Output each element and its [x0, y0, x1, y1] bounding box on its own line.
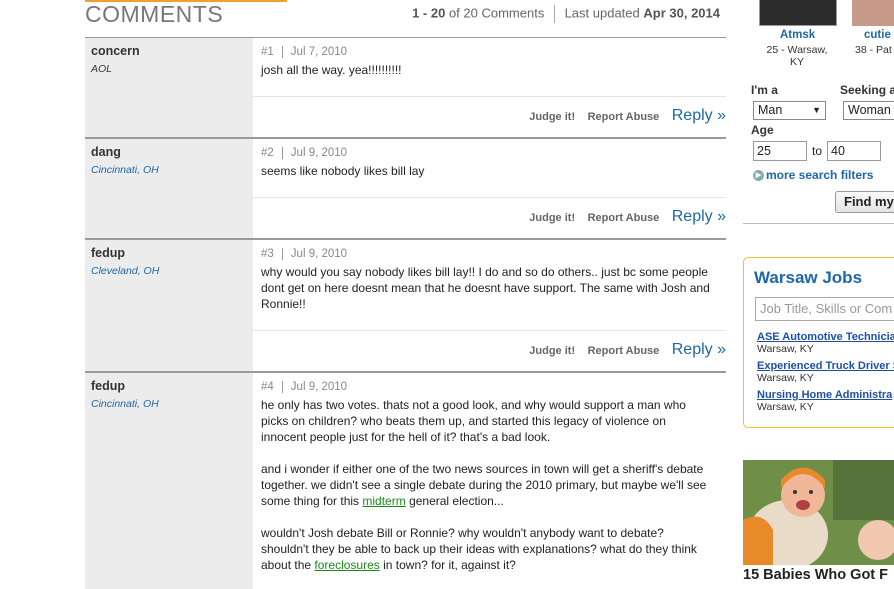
age-label: Age	[751, 123, 774, 137]
find-button[interactable]: Find my	[835, 191, 894, 213]
comment-text: wouldn't Josh debate Bill or Ronnie? why…	[261, 526, 697, 572]
comment-number[interactable]: #4	[261, 381, 274, 393]
more-search-filters-link[interactable]: ▶ more search filters	[753, 168, 873, 182]
comment-body: josh all the way. yea!!!!!!!!!!	[261, 62, 726, 96]
comment-text: seems like nobody likes bill lay	[261, 164, 425, 178]
divider	[743, 223, 894, 224]
comment-content: #4 Jul 9, 2010 he only has two votes. tha…	[253, 373, 726, 589]
report-abuse-link[interactable]: Report Abuse	[588, 212, 660, 224]
comment-number[interactable]: #2	[261, 147, 274, 159]
comment-content: #1 Jul 7, 2010 josh all the way. yea!!!!!…	[253, 38, 726, 137]
job-listing[interactable]: ASE Automotive Technicia Warsaw, KY	[757, 331, 894, 355]
comment-item: fedup Cincinnati, OH #4 Jul 9, 2010 he on…	[85, 373, 726, 589]
promo-caption[interactable]: 15 Babies Who Got F	[743, 567, 888, 583]
job-title[interactable]: ASE Automotive Technicia	[757, 331, 894, 343]
seeking-select[interactable]: Woman	[843, 101, 894, 120]
comment-item: concern AOL #1 Jul 7, 2010 josh all the w…	[85, 38, 726, 139]
age-to-input[interactable]: 40	[827, 141, 881, 161]
judge-it-link[interactable]: Judge it!	[529, 111, 575, 123]
job-listing[interactable]: Nursing Home Administra Warsaw, KY	[757, 389, 892, 413]
job-location: Warsaw, KY	[757, 401, 814, 413]
comment-author-panel: fedup Cleveland, OH	[85, 240, 253, 371]
reply-link[interactable]: Reply »	[672, 208, 726, 225]
comment-text: josh all the way. yea!!!!!!!!!!	[261, 63, 402, 77]
jobs-search-input[interactable]: Job Title, Skills or Com	[755, 297, 894, 321]
comments-list: concern AOL #1 Jul 7, 2010 josh all the w…	[85, 38, 726, 589]
profile-photo[interactable]	[852, 0, 894, 26]
comment-text: why would you say nobody likes bill lay!…	[261, 265, 710, 311]
comment-location[interactable]: Cleveland, OH	[91, 265, 247, 277]
profile-name[interactable]: Atmsk	[780, 29, 815, 41]
comments-range: 1 - 20	[412, 5, 446, 21]
comment-meta: #1 Jul 7, 2010	[261, 38, 726, 62]
comment-meta: #4 Jul 9, 2010	[261, 373, 726, 397]
play-arrow-icon: ▶	[753, 170, 764, 182]
comment-item: fedup Cleveland, OH #3 Jul 9, 2010 why wo…	[85, 240, 726, 373]
comment-item: dang Cincinnati, OH #2 Jul 9, 2010 seems …	[85, 139, 726, 240]
profile-name[interactable]: cutie	[864, 29, 891, 41]
reply-link[interactable]: Reply »	[672, 341, 726, 358]
seeking-label: Seeking a	[840, 83, 894, 97]
comment-text: and i wonder if either one of the two ne…	[261, 462, 707, 508]
comments-summary: 1 - 20 of 20 Comments Last updated Apr 3…	[412, 5, 720, 23]
profile-info: 25 - Warsaw, KY	[766, 44, 828, 68]
babies-photo-icon	[743, 460, 894, 565]
report-abuse-link[interactable]: Report Abuse	[588, 345, 660, 357]
comment-body: seems like nobody likes bill lay	[261, 163, 726, 197]
last-updated-label: Last updated	[564, 5, 640, 21]
job-title[interactable]: Experienced Truck Driver S	[757, 360, 894, 372]
comment-meta: #2 Jul 9, 2010	[261, 139, 726, 163]
comment-body: why would you say nobody likes bill lay!…	[261, 264, 726, 330]
comment-location: AOL	[91, 63, 113, 75]
comment-author-panel: dang Cincinnati, OH	[85, 139, 253, 238]
jobs-title[interactable]: Warsaw Jobs	[754, 268, 862, 288]
page-title: COMMENTS	[85, 1, 224, 27]
comment-content: #2 Jul 9, 2010 seems like nobody likes bi…	[253, 139, 726, 238]
comment-author-panel: fedup Cincinnati, OH	[85, 373, 253, 589]
last-updated-date: Apr 30, 2014	[643, 5, 720, 21]
reply-link[interactable]: Reply »	[672, 107, 726, 124]
chevron-down-icon: ▼	[812, 105, 821, 115]
comment-author: fedup	[91, 379, 126, 393]
job-listing[interactable]: Experienced Truck Driver S Warsaw, KY	[757, 360, 894, 384]
gender-label: I'm a	[751, 83, 778, 97]
judge-it-link[interactable]: Judge it!	[529, 345, 575, 357]
comment-author-panel: concern AOL	[85, 38, 253, 137]
jobs-widget: Warsaw Jobs Job Title, Skills or Com ASE…	[743, 257, 894, 428]
report-abuse-link[interactable]: Report Abuse	[588, 111, 660, 123]
comment-text: he only has two votes. thats not a good …	[261, 398, 686, 444]
comment-body: he only has two votes. thats not a good …	[261, 397, 726, 573]
judge-it-link[interactable]: Judge it!	[529, 212, 575, 224]
profile-photo[interactable]	[759, 0, 837, 26]
comment-author: concern	[91, 44, 140, 58]
foreclosures-link[interactable]: foreclosures	[314, 558, 379, 572]
midterm-link[interactable]: midterm	[362, 494, 405, 508]
job-title[interactable]: Nursing Home Administra	[757, 389, 892, 401]
comment-content: #3 Jul 9, 2010 why would you say nobody l…	[253, 240, 726, 371]
comment-number[interactable]: #3	[261, 248, 274, 260]
age-from-input[interactable]: 25	[753, 141, 807, 161]
age-to-label: to	[812, 144, 823, 158]
comment-date: Jul 7, 2010	[290, 46, 348, 59]
comment-actions: Judge it! Report Abuse Reply »	[253, 330, 726, 370]
gender-select[interactable]: Man ▼	[753, 101, 826, 120]
profile-info: 38 - Pat	[855, 44, 892, 56]
comment-meta: #3 Jul 9, 2010	[261, 240, 726, 264]
comment-number[interactable]: #1	[261, 46, 274, 58]
comment-date: Jul 9, 2010	[290, 147, 348, 160]
comment-author: dang	[91, 145, 121, 159]
comment-location[interactable]: Cincinnati, OH	[91, 164, 247, 176]
comment-author: fedup	[91, 246, 126, 260]
comment-actions: Judge it! Report Abuse Reply »	[253, 96, 726, 136]
comment-date: Jul 9, 2010	[290, 381, 348, 394]
comment-date: Jul 9, 2010	[290, 248, 348, 261]
job-location: Warsaw, KY	[757, 343, 814, 355]
job-location: Warsaw, KY	[757, 372, 814, 384]
comment-actions: Judge it! Report Abuse Reply »	[253, 197, 726, 237]
promo-photo[interactable]	[743, 460, 894, 565]
comments-header: COMMENTS 1 - 20 of 20 Comments Last upda…	[85, 0, 726, 38]
comment-location[interactable]: Cincinnati, OH	[91, 398, 247, 410]
comments-count: of 20 Comments	[448, 5, 545, 21]
divider	[553, 5, 555, 23]
